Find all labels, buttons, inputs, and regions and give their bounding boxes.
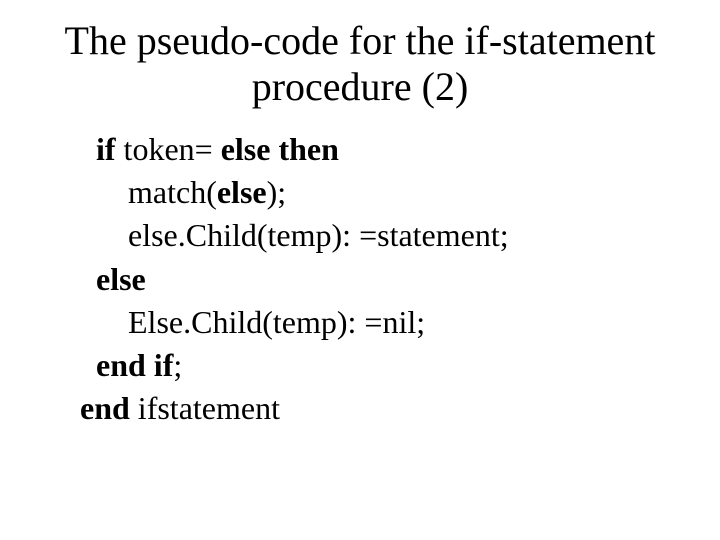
code-line-4: else xyxy=(0,258,720,301)
txt: match( xyxy=(128,174,217,210)
txt: ifstatement xyxy=(130,390,280,426)
title-line-2: procedure (2) xyxy=(0,64,720,110)
code-line-1: if token= else then xyxy=(0,128,720,171)
pseudocode-block: if token= else then match(else); else.Ch… xyxy=(0,110,720,430)
kw-end: end xyxy=(80,390,130,426)
slide: The pseudo-code for the if-statement pro… xyxy=(0,0,720,540)
slide-title: The pseudo-code for the if-statement pro… xyxy=(0,0,720,110)
code-line-7: end ifstatement xyxy=(0,387,720,430)
kw-else: else xyxy=(217,174,267,210)
txt: ; xyxy=(173,347,182,383)
kw-else: else xyxy=(221,131,271,167)
code-line-2: match(else); xyxy=(0,171,720,214)
code-line-6: end if; xyxy=(0,344,720,387)
txt: token= xyxy=(116,131,221,167)
title-line-1: The pseudo-code for the if-statement xyxy=(0,18,720,64)
kw-endif: end if xyxy=(96,347,173,383)
kw-then: then xyxy=(270,131,338,167)
kw-if: if xyxy=(96,131,116,167)
txt: ); xyxy=(267,174,287,210)
code-line-3: else.Child(temp): =statement; xyxy=(0,214,720,257)
code-line-5: Else.Child(temp): =nil; xyxy=(0,301,720,344)
